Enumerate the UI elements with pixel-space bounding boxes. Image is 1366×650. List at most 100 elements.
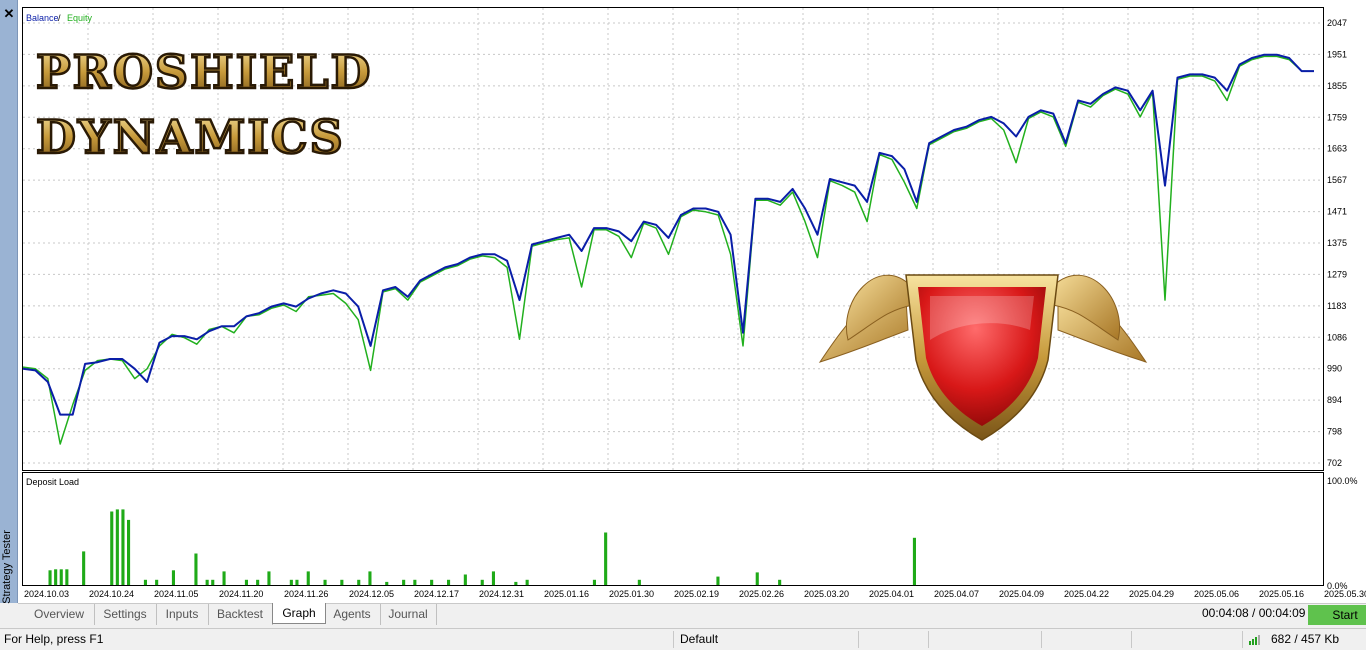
deposit-bar: [778, 579, 782, 586]
tab-graph[interactable]: Graph: [272, 603, 326, 624]
status-divider: [858, 631, 859, 648]
start-button[interactable]: Start: [1308, 605, 1366, 625]
deposit-bar: [340, 579, 344, 586]
deposit-bar: [54, 569, 58, 586]
strategy-tester-title: Strategy Tester: [1, 530, 13, 604]
deposit-bar: [205, 579, 209, 586]
tab-journal[interactable]: Journal: [380, 604, 437, 625]
deposit-bar: [306, 571, 310, 586]
x-tick-label: 2025.01.30: [609, 589, 654, 599]
status-divider: [1131, 631, 1132, 648]
deposit-bar: [121, 509, 125, 585]
deposit-bar: [463, 574, 467, 585]
balance-equity-chart: Balance / Equity 2047 1951 1855 1759 1663 156…: [22, 7, 1366, 599]
deposit-bar: [110, 511, 114, 585]
x-tick-label: 2025.04.07: [934, 589, 979, 599]
x-tick-label: 2025.03.20: [804, 589, 849, 599]
y-tick-label: 1663: [1327, 144, 1347, 154]
x-tick-label: 2024.10.24: [89, 589, 134, 599]
tab-settings[interactable]: Settings: [94, 604, 157, 625]
x-tick-label: 2025.02.26: [739, 589, 784, 599]
y-tick-label: 1183: [1327, 301, 1346, 311]
deposit-bar: [368, 571, 372, 586]
deposit-bar: [912, 537, 916, 586]
y-tick-label: 894: [1327, 395, 1342, 405]
deposit-bar: [514, 581, 518, 585]
deposit-bar: [48, 570, 52, 585]
deposit-bar: [127, 519, 131, 585]
deposit-bar: [295, 579, 299, 586]
deposit-bar: [413, 579, 417, 586]
deposit-bar: [525, 579, 529, 586]
deposit-bar: [267, 571, 271, 586]
y-tick-label: 1471: [1327, 207, 1347, 217]
deposit-y-top: 100.0%: [1327, 476, 1358, 486]
logo-line-1: PROSHIELD: [36, 45, 372, 99]
y-tick-label: 1567: [1327, 175, 1347, 185]
deposit-bar: [402, 579, 406, 586]
balance-line: [22, 53, 1314, 416]
status-divider: [1242, 631, 1243, 648]
deposit-bar: [637, 579, 641, 586]
x-tick-label: 2024.12.05: [349, 589, 394, 599]
deposit-bar: [143, 579, 147, 586]
x-tick-label: 2025.04.22: [1064, 589, 1109, 599]
deposit-bar: [323, 579, 327, 586]
deposit-bar: [430, 579, 434, 586]
close-icon[interactable]: ✕: [2, 7, 16, 21]
y-tick-label: 1951: [1327, 49, 1347, 59]
deposit-bar: [171, 570, 175, 585]
deposit-bar: [211, 579, 215, 586]
y-tick-label: 1279: [1327, 269, 1347, 279]
y-tick-label: 990: [1327, 364, 1342, 374]
deposit-bar: [82, 551, 86, 585]
y-tick-label: 1855: [1327, 81, 1347, 91]
status-memory: 682 / 457 Kb: [1271, 632, 1340, 646]
status-divider: [1041, 631, 1042, 648]
deposit-load-title: Deposit Load: [26, 477, 79, 487]
deposit-bar: [244, 579, 248, 586]
x-tick-label: 2024.11.26: [284, 589, 328, 599]
status-bar: For Help, press F1 Default 682 / 457 Kb: [0, 628, 1366, 650]
tab-agents[interactable]: Agents: [324, 604, 381, 625]
status-profile: Default: [680, 632, 719, 646]
deposit-bar: [222, 571, 226, 586]
x-tick-label: 2025.04.29: [1129, 589, 1174, 599]
status-divider: [928, 631, 929, 648]
tab-inputs[interactable]: Inputs: [156, 604, 209, 625]
x-tick-label: 2025.02.19: [674, 589, 719, 599]
deposit-bar: [65, 569, 69, 586]
logo-line-2: DYNAMICS: [36, 110, 345, 164]
brand-logo: PROSHIELD DYNAMICS: [35, 44, 372, 166]
x-tick-label: 2025.01.16: [544, 589, 589, 599]
tester-tab-bar: Overview Settings Inputs Backtest Graph Agent…: [18, 603, 1366, 627]
x-tick-label: 2025.05.16: [1259, 589, 1304, 599]
y-tick-label: 798: [1327, 427, 1342, 437]
tab-overview[interactable]: Overview: [24, 604, 95, 625]
y-tick-label: 2047: [1327, 18, 1347, 28]
strategy-tester-sidebar: ✕ Strategy Tester: [0, 0, 18, 604]
deposit-bar: [357, 579, 361, 586]
y-tick-label: 702: [1327, 458, 1342, 468]
x-tick-label: 2025.05.30: [1324, 589, 1366, 599]
deposit-bar: [716, 576, 720, 585]
deposit-bar: [604, 532, 608, 585]
deposit-bar: [480, 579, 484, 586]
x-tick-label: 2024.11.05: [154, 589, 198, 599]
legend-separator: /: [58, 13, 61, 23]
deposit-bar: [385, 581, 389, 585]
deposit-bar: [115, 509, 119, 585]
x-tick-label: 2024.11.20: [219, 589, 263, 599]
x-tick-label: 2025.04.01: [869, 589, 914, 599]
x-tick-label: 2025.04.09: [999, 589, 1044, 599]
deposit-bar: [289, 579, 293, 586]
y-tick-label: 1375: [1327, 238, 1347, 248]
deposit-bar: [491, 571, 495, 586]
status-help: For Help, press F1: [4, 632, 104, 646]
deposit-bar: [155, 579, 159, 586]
deposit-bar: [256, 579, 260, 586]
tab-backtest[interactable]: Backtest: [208, 604, 273, 625]
legend-balance: Balance: [26, 13, 59, 23]
x-tick-label: 2024.10.03: [24, 589, 69, 599]
y-tick-label: 1759: [1327, 112, 1347, 122]
